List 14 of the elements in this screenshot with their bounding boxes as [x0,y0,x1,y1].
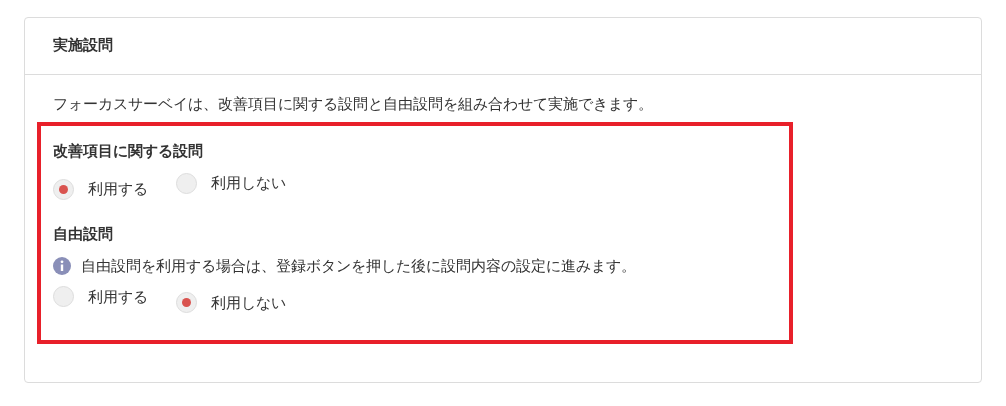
radio-button[interactable] [53,286,74,308]
description-text: フォーカスサーベイは、改善項目に関する設問と自由設問を組み合わせて実施できます。 [53,94,654,115]
section-heading: 改善項目に関する設問 [53,140,204,162]
radio-option[interactable]: 利用する [53,285,148,308]
radio-button[interactable] [176,172,197,194]
section-heading: 自由設問 [53,223,114,245]
radio-option[interactable]: 利用しない [176,291,286,314]
radio-option[interactable]: 利用する [53,178,148,201]
radio-button[interactable] [176,292,197,314]
radio-button[interactable] [53,178,74,200]
info-text: 自由設問を利用する場合は、登録ボタンを押した後に設問内容の設定に進みます。 [81,256,636,277]
card-title: 実施設問 [53,36,113,54]
info-icon [53,257,71,276]
radio-option[interactable]: 利用しない [176,172,286,195]
